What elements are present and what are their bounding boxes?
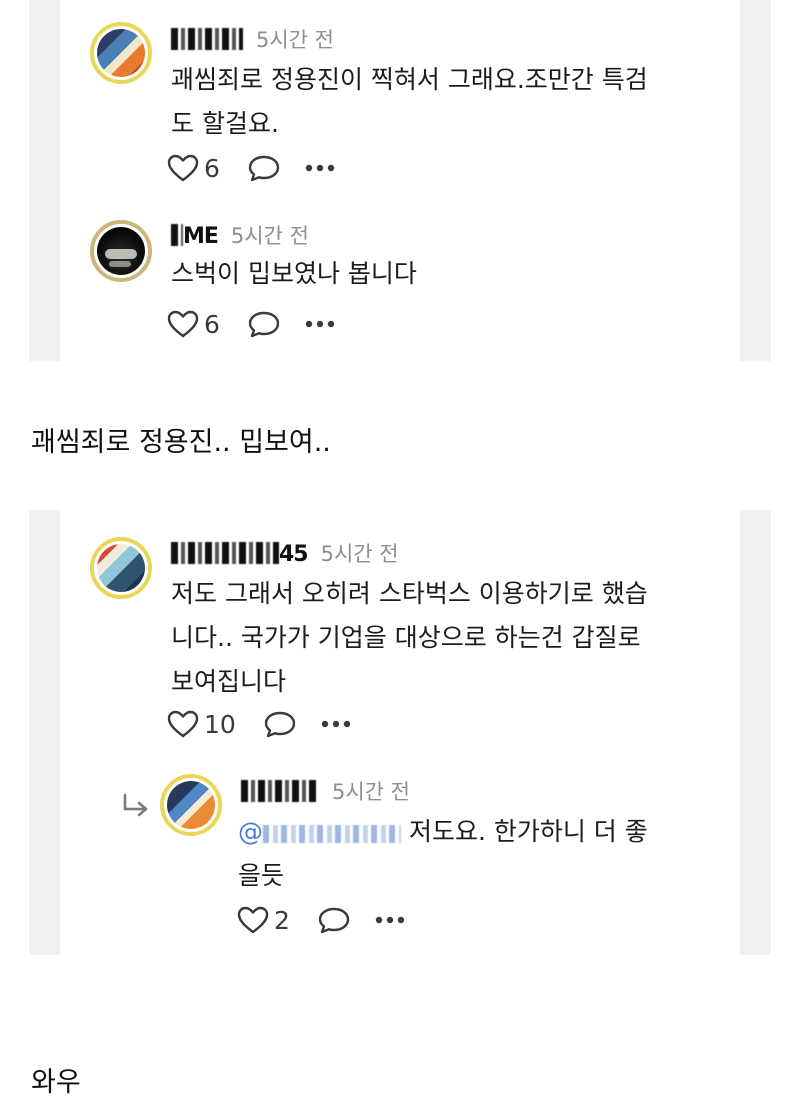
comment-text-line: 니다.. 국가가 기업을 대상으로 하는건 갑질로: [171, 623, 641, 652]
timestamp: 5시간 전: [320, 542, 399, 566]
comment-actions: 10: [166, 706, 352, 742]
like-count: 10: [204, 709, 236, 739]
heart-outline-icon[interactable]: [166, 153, 200, 183]
comment-meta: ME 5시간 전: [171, 220, 309, 250]
avatar-image: [97, 29, 145, 77]
avatar[interactable]: [90, 537, 152, 599]
comment-text-line: 을듯: [238, 861, 285, 890]
heart-outline-icon[interactable]: [166, 309, 200, 339]
mention-prefix: @: [238, 817, 263, 846]
comment-text: @ 저도요. 한가하니 더 좋 을듯: [238, 810, 738, 898]
comment-bubble-icon[interactable]: [246, 153, 282, 183]
comment-bubble-icon[interactable]: [316, 905, 352, 935]
heart-outline-icon[interactable]: [236, 905, 270, 935]
author-name-blurred[interactable]: [241, 780, 319, 802]
comment: 5시간 전 괘씸죄로 정용진이 찍혀서 그래요.조만간 특검 도 할걸요. 6: [60, 0, 740, 200]
comment-bubble-icon[interactable]: [262, 709, 298, 739]
like-count: 6: [204, 309, 220, 339]
like-count: 2: [274, 905, 290, 935]
comment: ME 5시간 전 스벅이 밉보였나 봅니다 6: [60, 200, 740, 360]
mention-link[interactable]: @: [238, 817, 401, 846]
avatar-image: [97, 227, 145, 275]
more-dots-icon[interactable]: [320, 719, 352, 729]
comment-text-line: 도 할걸요.: [171, 109, 279, 138]
avatar[interactable]: [90, 220, 152, 282]
author-name-visible[interactable]: ME: [183, 224, 219, 249]
author-name-blurred[interactable]: [171, 28, 243, 50]
comment-text-line: @ 저도요. 한가하니 더 좋: [238, 810, 738, 854]
author-name-blurred[interactable]: [171, 224, 183, 246]
avatar[interactable]: [160, 774, 222, 836]
reply-comment: 5시간 전 @ 저도요. 한가하니 더 좋 을듯 2: [60, 760, 740, 955]
reply-arrow-icon: [123, 793, 148, 817]
timestamp: 5시간 전: [230, 224, 309, 248]
comment-text-line: 보여집니다: [171, 667, 287, 696]
timestamp: 5시간 전: [256, 28, 334, 52]
more-dots-icon[interactable]: [374, 915, 406, 925]
author-name-blurred[interactable]: [171, 542, 279, 564]
mention-name-blurred: [263, 825, 401, 843]
comment-meta: 45 5시간 전: [171, 538, 399, 568]
comment-bubble-icon[interactable]: [246, 309, 282, 339]
comment-meta: 5시간 전: [171, 24, 334, 54]
comment: 45 5시간 전 저도 그래서 오히려 스타벅스 이용하기로 했습 니다.. 국…: [60, 510, 740, 760]
avatar[interactable]: [90, 22, 152, 84]
embedded-screenshot-2: 45 5시간 전 저도 그래서 오히려 스타벅스 이용하기로 했습 니다.. 국…: [29, 510, 771, 955]
avatar-image: [97, 544, 145, 592]
comment-actions: 2: [236, 902, 406, 938]
post-body-text: 와우: [31, 1067, 81, 1096]
comment-actions: 6: [166, 150, 336, 186]
comment-text: 괘씸죄로 정용진이 찍혀서 그래요.조만간 특검 도 할걸요.: [171, 58, 731, 146]
post-body-text: 괘씸죄로 정용진.. 밉보여..: [31, 427, 331, 458]
comment-panel: 45 5시간 전 저도 그래서 오히려 스타벅스 이용하기로 했습 니다.. 국…: [60, 510, 740, 955]
comment-text-line: 저도 그래서 오히려 스타벅스 이용하기로 했습: [171, 579, 648, 608]
comment-text-segment: 저도요. 한가하니 더 좋: [408, 817, 648, 846]
comment-text-line: 괘씸죄로 정용진이 찍혀서 그래요.조만간 특검: [171, 65, 648, 94]
avatar-image: [167, 781, 215, 829]
author-name-visible[interactable]: 45: [279, 542, 309, 567]
heart-outline-icon[interactable]: [166, 709, 200, 739]
like-count: 6: [204, 153, 220, 183]
comment-text: 스벅이 밉보였나 봅니다: [171, 259, 417, 288]
comment-panel: 5시간 전 괘씸죄로 정용진이 찍혀서 그래요.조만간 특검 도 할걸요. 6 …: [60, 0, 740, 361]
more-dots-icon[interactable]: [304, 163, 336, 173]
comment-text: 저도 그래서 오히려 스타벅스 이용하기로 했습 니다.. 국가가 기업을 대상…: [171, 572, 731, 704]
comment-actions: 6: [166, 306, 336, 342]
more-dots-icon[interactable]: [304, 319, 336, 329]
comment-meta: 5시간 전: [241, 776, 410, 806]
timestamp: 5시간 전: [332, 780, 410, 804]
embedded-screenshot-1: 5시간 전 괘씸죄로 정용진이 찍혀서 그래요.조만간 특검 도 할걸요. 6 …: [29, 0, 771, 361]
